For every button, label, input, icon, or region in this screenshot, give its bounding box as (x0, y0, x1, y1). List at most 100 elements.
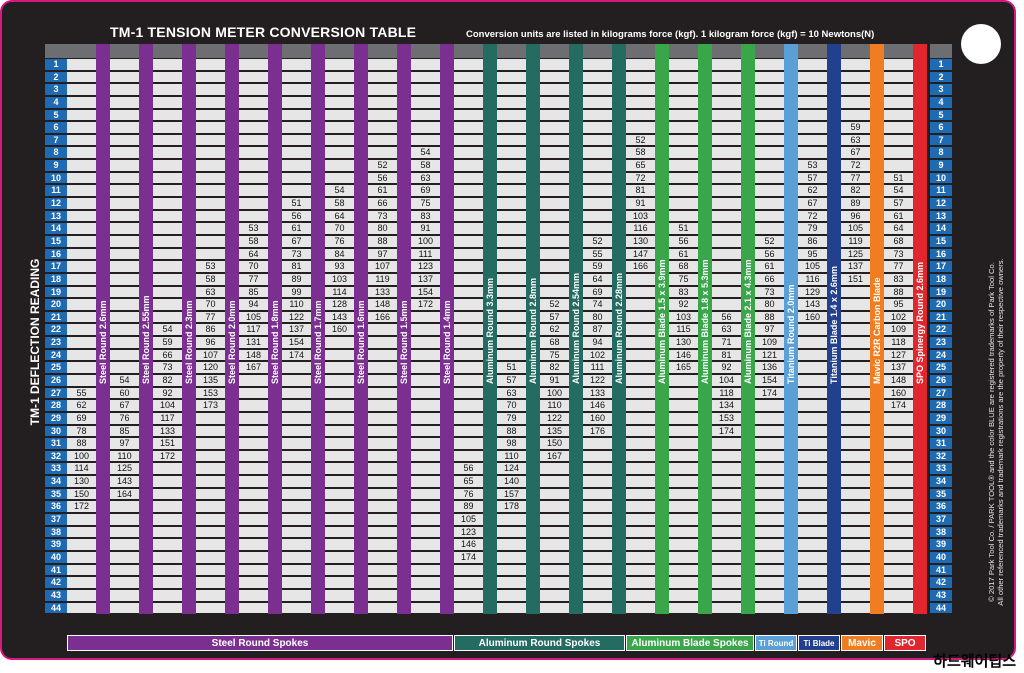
value-cell (798, 134, 827, 146)
value-cell (454, 109, 483, 121)
value-cell (841, 526, 870, 538)
value-cell (841, 337, 870, 348)
value-cell (884, 109, 913, 121)
value-cell (67, 273, 96, 285)
value-cell (712, 577, 741, 588)
value-cell (540, 223, 569, 234)
value-cell (626, 311, 655, 323)
value-cell (798, 375, 827, 386)
value-cell: 89 (454, 501, 483, 513)
value-cell (282, 400, 311, 411)
value-cell (841, 96, 870, 108)
value-cell (712, 551, 741, 563)
value-cell: 61 (884, 210, 913, 222)
value-cell (626, 488, 655, 500)
value-cell (626, 71, 655, 83)
value-cell (540, 273, 569, 285)
value-cell (411, 59, 440, 70)
value-cell (110, 198, 139, 209)
value-cell (411, 412, 440, 424)
value-cell (110, 160, 139, 171)
value-column-header (497, 44, 526, 58)
value-cell (239, 514, 268, 525)
value-cell (497, 248, 526, 260)
value-cell (841, 286, 870, 298)
value-cell: 123 (454, 526, 483, 538)
value-cell (110, 261, 139, 272)
value-cell (153, 172, 182, 184)
value-cell (110, 235, 139, 247)
value-cell: 75 (411, 198, 440, 209)
value-cell (110, 71, 139, 83)
value-cell (841, 463, 870, 475)
value-cell (368, 476, 397, 487)
value-cell (110, 311, 139, 323)
value-cell (669, 210, 698, 222)
value-cell: 122 (583, 375, 612, 386)
value-cell: 167 (540, 450, 569, 462)
value-cell (755, 425, 784, 437)
deflection-reading-left: 35 (45, 488, 67, 500)
value-cell (454, 400, 483, 411)
value-cell (669, 539, 698, 550)
value-cell (282, 602, 311, 614)
value-cell (669, 96, 698, 108)
value-cell (798, 109, 827, 121)
deflection-reading-right: 42 (930, 577, 952, 588)
value-cell (325, 160, 354, 171)
value-cell: 96 (196, 337, 225, 348)
value-cell (368, 450, 397, 462)
value-cell: 111 (411, 248, 440, 260)
value-cell (884, 526, 913, 538)
value-cell (755, 539, 784, 550)
value-cell (712, 602, 741, 614)
value-cell (368, 400, 397, 411)
value-cell (411, 589, 440, 601)
value-cell: 99 (282, 286, 311, 298)
value-cell (755, 122, 784, 133)
value-cell: 56 (282, 210, 311, 222)
value-cell: 110 (110, 450, 139, 462)
value-cell (497, 299, 526, 310)
value-cell: 72 (626, 172, 655, 184)
value-cell: 109 (755, 337, 784, 348)
value-cell (411, 539, 440, 550)
value-cell: 78 (67, 425, 96, 437)
deflection-reading-right: 22 (930, 324, 952, 336)
spoke-type-label: Steel Round 2.6mm (98, 300, 108, 384)
value-cell (368, 412, 397, 424)
value-cell: 64 (325, 210, 354, 222)
value-column-header (755, 44, 784, 58)
deflection-reading-right: 31 (930, 438, 952, 449)
value-cell (755, 589, 784, 601)
value-cell: 85 (239, 286, 268, 298)
value-cell (540, 476, 569, 487)
value-cell: 88 (755, 311, 784, 323)
value-cell: 143 (798, 299, 827, 310)
value-cell (239, 71, 268, 83)
value-cell: 53 (798, 160, 827, 171)
value-cell (841, 501, 870, 513)
value-cell (411, 349, 440, 361)
value-cell (755, 400, 784, 411)
value-cell (712, 526, 741, 538)
value-cell (454, 375, 483, 386)
value-cell (841, 476, 870, 487)
value-column-header (712, 44, 741, 58)
value-cell: 164 (110, 488, 139, 500)
value-cell: 160 (325, 324, 354, 336)
value-cell (626, 577, 655, 588)
value-cell (196, 450, 225, 462)
value-cell (712, 172, 741, 184)
value-cell (325, 526, 354, 538)
value-cell (110, 147, 139, 159)
value-cell (669, 147, 698, 159)
value-cell (282, 450, 311, 462)
value-cell: 114 (325, 286, 354, 298)
value-cell (454, 235, 483, 247)
value-cell: 122 (540, 412, 569, 424)
value-cell: 172 (67, 501, 96, 513)
value-cell (712, 273, 741, 285)
deflection-reading-left: 5 (45, 109, 67, 121)
value-cell (712, 589, 741, 601)
